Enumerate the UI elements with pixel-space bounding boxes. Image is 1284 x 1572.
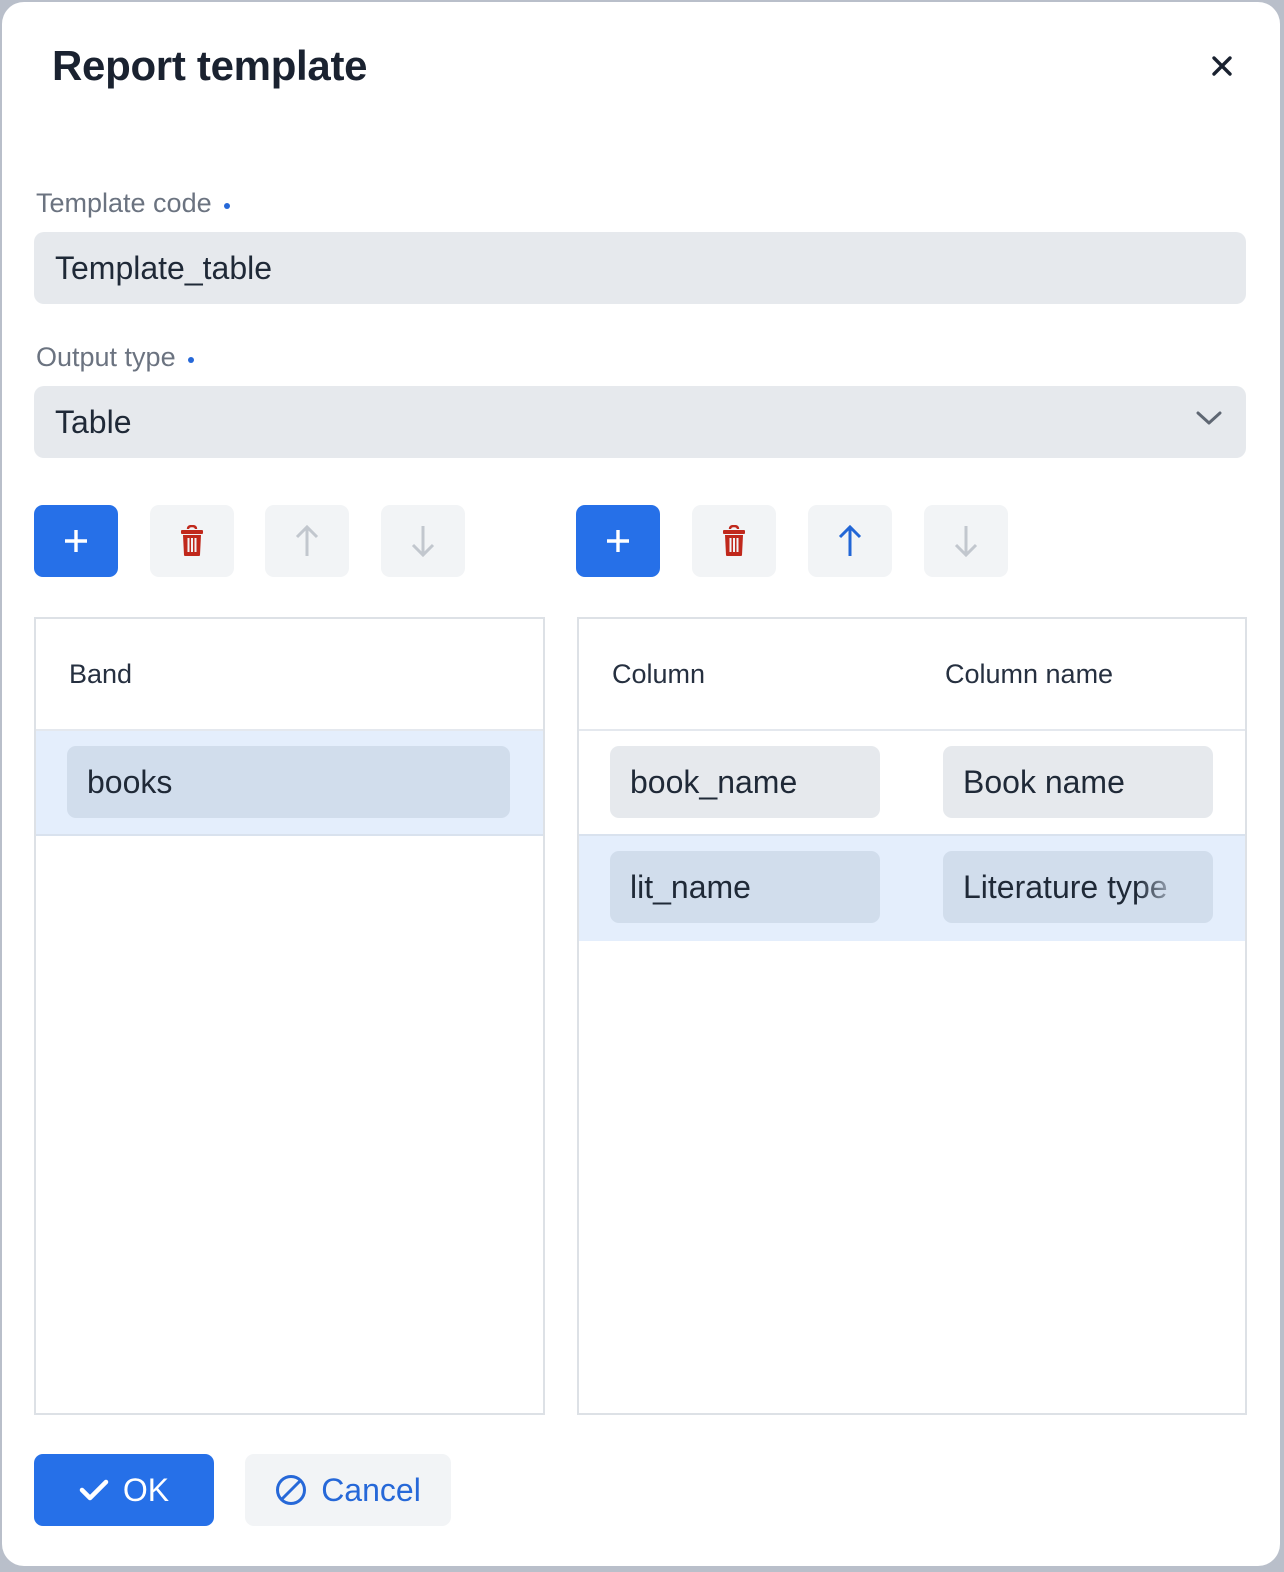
header-band: Band bbox=[69, 659, 133, 689]
cancel-label: Cancel bbox=[321, 1471, 421, 1508]
header-column-name: Column name bbox=[945, 659, 1114, 689]
move-column-up-button[interactable] bbox=[808, 505, 892, 577]
template-code-label: Template code bbox=[36, 188, 230, 219]
output-type-value: Table bbox=[55, 403, 132, 440]
remove-column-button[interactable] bbox=[692, 505, 776, 577]
close-button[interactable] bbox=[1204, 48, 1240, 84]
add-band-button[interactable] bbox=[34, 505, 118, 577]
column-value: book_name bbox=[630, 763, 798, 800]
plus-icon bbox=[65, 530, 87, 552]
template-code-input[interactable]: Template_table bbox=[34, 232, 1246, 304]
plus-icon bbox=[607, 530, 629, 552]
output-type-select[interactable]: Table bbox=[34, 386, 1246, 458]
add-column-button[interactable] bbox=[576, 505, 660, 577]
checkmark-icon bbox=[79, 1479, 109, 1501]
dialog-title: Report template bbox=[52, 42, 368, 89]
arrow-up-icon bbox=[838, 524, 862, 556]
column-input[interactable]: lit_name bbox=[610, 851, 880, 923]
table-row[interactable]: book_name Book name bbox=[579, 731, 1245, 836]
bands-table: Band books bbox=[34, 617, 545, 1415]
trash-icon bbox=[181, 525, 203, 556]
column-input[interactable]: book_name bbox=[610, 746, 880, 818]
move-band-up-button[interactable] bbox=[265, 505, 349, 577]
move-column-down-button[interactable] bbox=[924, 505, 1008, 577]
remove-band-button[interactable] bbox=[150, 505, 234, 577]
trash-icon bbox=[723, 525, 745, 556]
column-name-input[interactable]: Book name bbox=[943, 746, 1213, 818]
required-indicator bbox=[187, 356, 194, 363]
table-row[interactable]: lit_name Literature type bbox=[579, 836, 1245, 941]
arrow-up-icon bbox=[295, 524, 319, 556]
column-name-value: Book name bbox=[963, 763, 1125, 800]
required-indicator bbox=[223, 202, 230, 209]
columns-table: Column Column name book_name Book name l… bbox=[577, 617, 1247, 1415]
column-name-value: Literature type bbox=[963, 868, 1168, 905]
chevron-down-icon bbox=[1196, 411, 1222, 425]
table-row[interactable]: books bbox=[36, 731, 543, 836]
header-column: Column bbox=[612, 659, 706, 689]
band-input[interactable]: books bbox=[67, 746, 510, 818]
close-icon bbox=[1212, 56, 1232, 76]
arrow-down-icon bbox=[411, 526, 435, 558]
ok-button[interactable]: OK bbox=[34, 1454, 214, 1526]
cancel-button[interactable]: Cancel bbox=[245, 1454, 451, 1526]
output-type-label-text: Output type bbox=[36, 342, 176, 372]
ok-label: OK bbox=[122, 1471, 170, 1508]
cancel-icon bbox=[276, 1475, 307, 1505]
arrow-down-icon bbox=[954, 526, 978, 558]
columns-table-header: Column Column name bbox=[579, 619, 1245, 731]
move-band-down-button[interactable] bbox=[381, 505, 465, 577]
template-code-value: Template_table bbox=[55, 249, 273, 286]
bands-table-header: Band bbox=[36, 619, 543, 731]
band-value: books bbox=[87, 763, 173, 800]
output-type-label: Output type bbox=[36, 342, 194, 373]
column-value: lit_name bbox=[630, 868, 751, 905]
report-template-dialog: Report template Template code Template_t… bbox=[2, 2, 1280, 1566]
template-code-label-text: Template code bbox=[36, 188, 212, 218]
column-name-input[interactable]: Literature type bbox=[943, 851, 1213, 923]
